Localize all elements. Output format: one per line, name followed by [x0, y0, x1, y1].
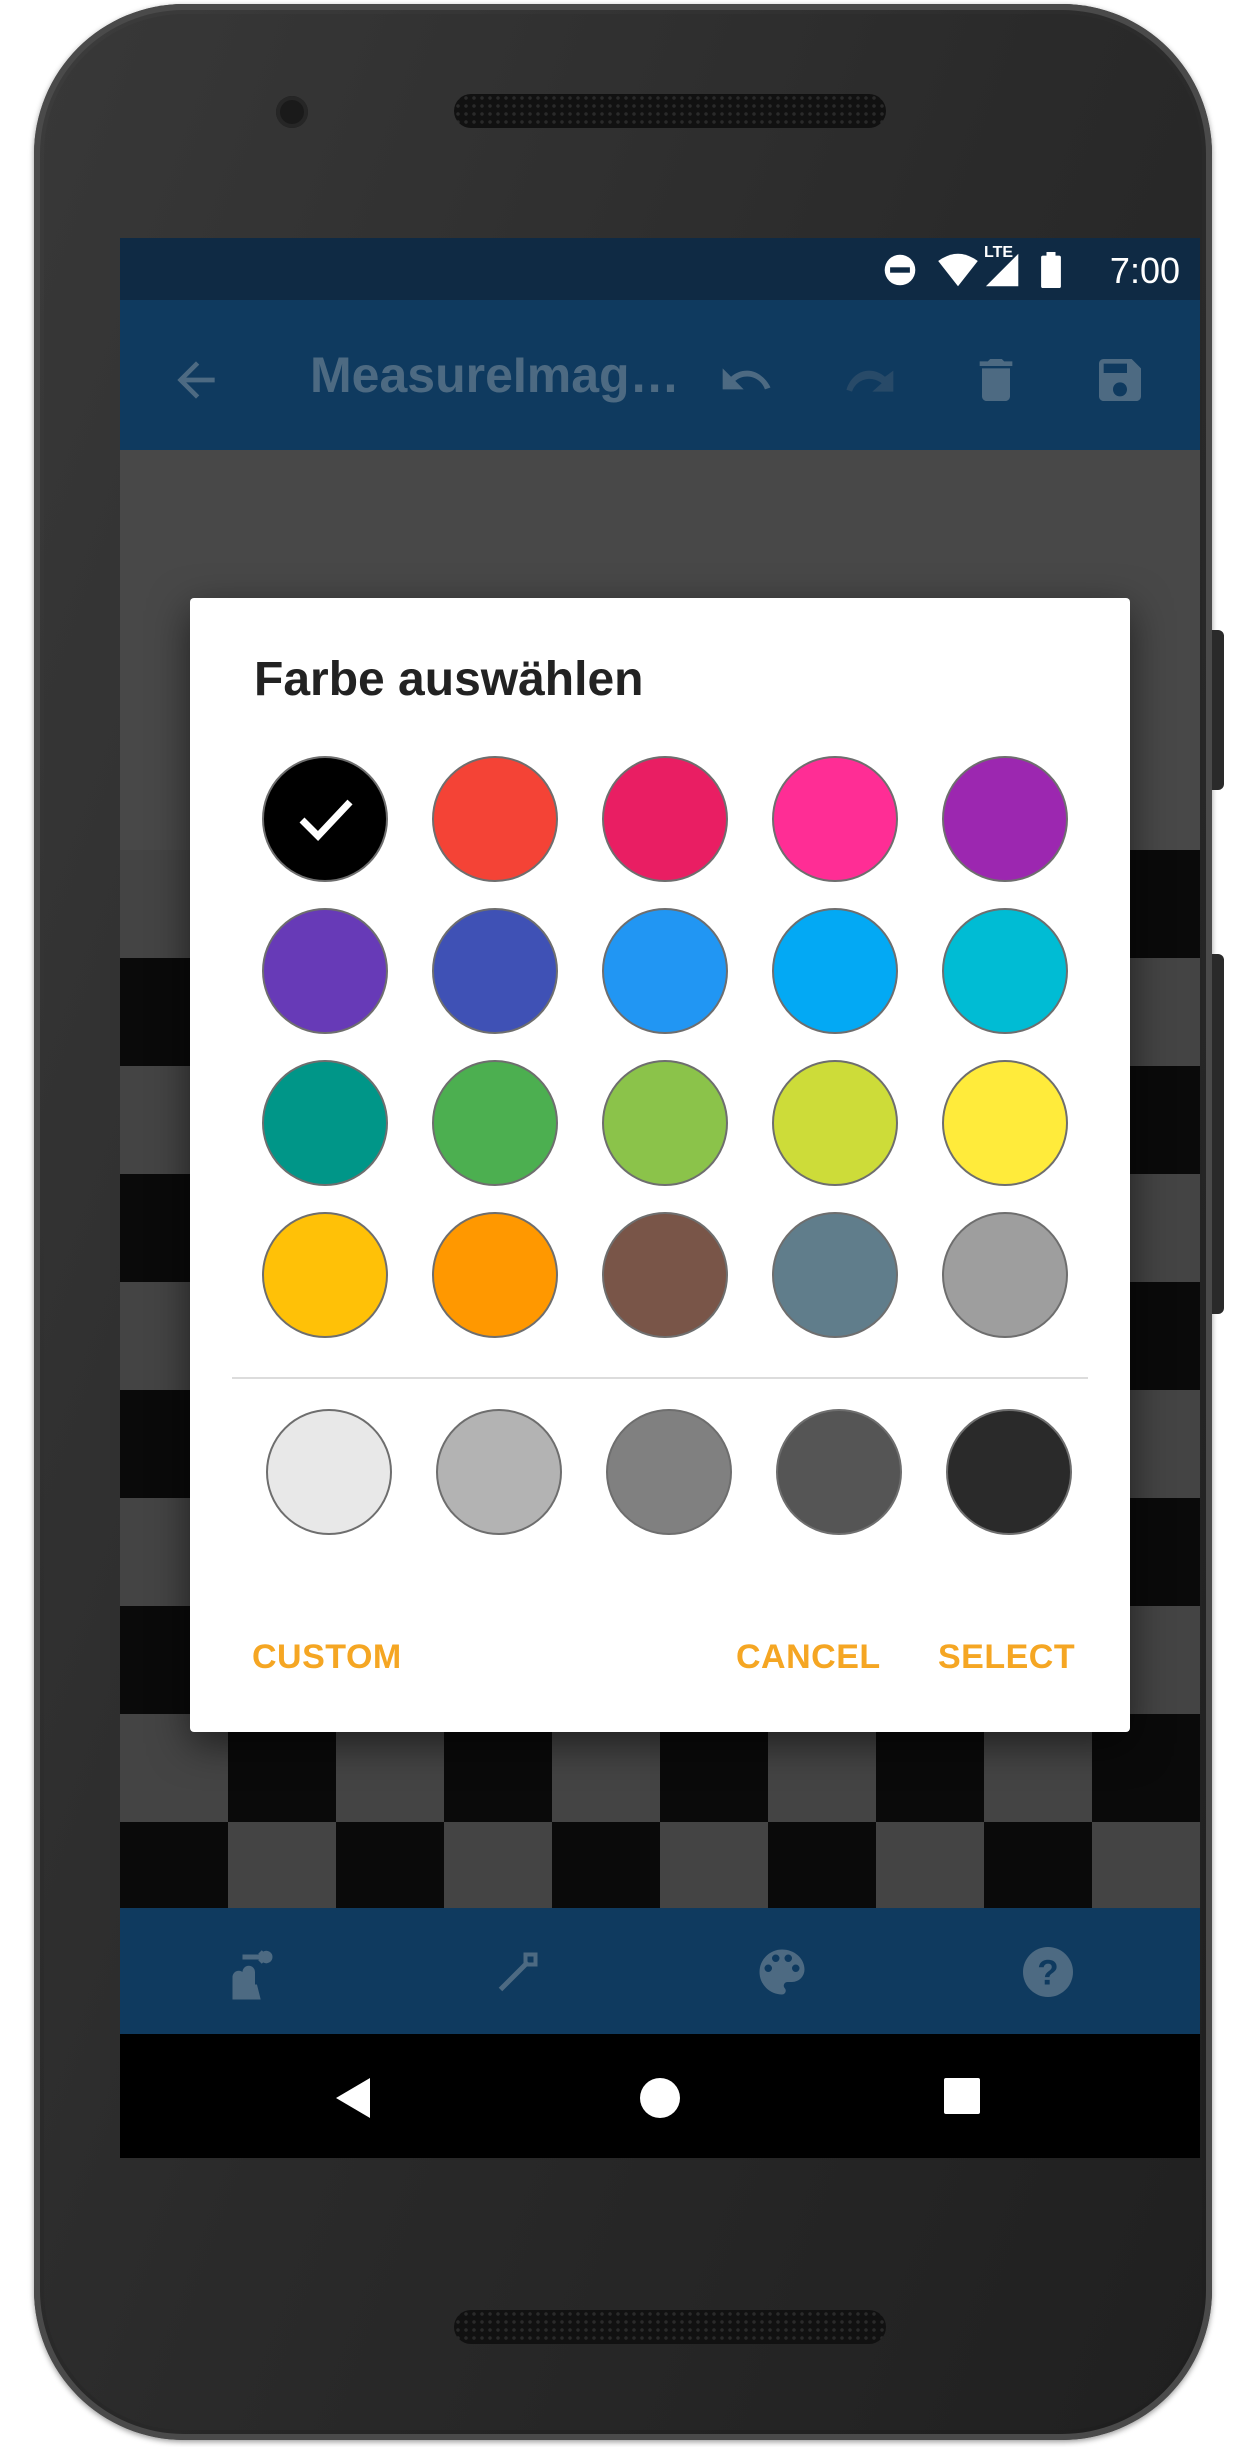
color-swatch[interactable]: [772, 1060, 898, 1186]
color-swatch[interactable]: [432, 1212, 558, 1338]
gray-swatch[interactable]: [606, 1409, 732, 1535]
app-bar: MeasureImag…: [120, 300, 1200, 450]
app-title: MeasureImag…: [310, 347, 680, 403]
back-arrow-icon[interactable]: [168, 352, 224, 408]
save-icon[interactable]: [1092, 352, 1148, 408]
dialog-title: Farbe auswählen: [254, 653, 644, 706]
wifi-icon: [938, 253, 978, 287]
front-camera: [276, 96, 308, 128]
color-swatch[interactable]: [602, 1060, 728, 1186]
select-button[interactable]: SELECT: [938, 1638, 1075, 1677]
earpiece-speaker: [454, 94, 886, 128]
status-bar: LTE 7:00: [120, 238, 1200, 300]
color-swatch[interactable]: [432, 756, 558, 882]
bottom-toolbar: ?: [120, 1908, 1200, 2034]
clock: 7:00: [1109, 250, 1180, 291]
gray-swatch[interactable]: [946, 1409, 1072, 1535]
system-navigation-bar: [120, 2034, 1200, 2158]
color-swatch[interactable]: [772, 1212, 898, 1338]
gray-swatch[interactable]: [436, 1409, 562, 1535]
back-icon[interactable]: [334, 2076, 374, 2120]
color-swatch[interactable]: [602, 1212, 728, 1338]
color-swatch[interactable]: [602, 908, 728, 1034]
do-not-disturb-icon: [884, 254, 916, 286]
home-icon[interactable]: [638, 2076, 682, 2120]
help-icon[interactable]: ?: [1018, 1942, 1078, 2002]
color-swatch[interactable]: [942, 756, 1068, 882]
svg-text:?: ?: [1037, 1954, 1058, 1993]
color-swatch[interactable]: [602, 756, 728, 882]
color-swatch[interactable]: [772, 908, 898, 1034]
color-swatch[interactable]: [942, 908, 1068, 1034]
cell-signal-icon: [985, 253, 1019, 287]
measure-gesture-icon[interactable]: [220, 1942, 280, 2002]
battery-icon: [1041, 252, 1061, 288]
color-swatch[interactable]: [432, 908, 558, 1034]
redo-icon[interactable]: [842, 352, 898, 408]
color-picker-dialog: Farbe auswählen CUSTOM CANCEL SELECT: [190, 598, 1130, 1732]
color-swatch-selected[interactable]: [262, 756, 388, 882]
color-swatch[interactable]: [262, 1212, 388, 1338]
color-swatch[interactable]: [942, 1060, 1068, 1186]
color-swatch[interactable]: [942, 1212, 1068, 1338]
color-swatch[interactable]: [262, 1060, 388, 1186]
color-swatch[interactable]: [772, 756, 898, 882]
gray-swatch[interactable]: [776, 1409, 902, 1535]
phone-frame: LTE 7:00 MeasureImag… ? Farbe auswählen …: [34, 4, 1224, 2440]
line-tool-icon[interactable]: [488, 1942, 548, 2002]
recents-icon[interactable]: [942, 2076, 982, 2116]
gray-swatch[interactable]: [266, 1409, 392, 1535]
volume-button: [1212, 954, 1224, 1314]
cancel-button[interactable]: CANCEL: [736, 1638, 881, 1677]
color-swatch[interactable]: [432, 1060, 558, 1186]
color-swatch[interactable]: [262, 908, 388, 1034]
delete-icon[interactable]: [968, 352, 1024, 408]
custom-button[interactable]: CUSTOM: [252, 1638, 402, 1677]
divider: [232, 1377, 1088, 1379]
bottom-speaker: [454, 2310, 886, 2344]
checkmark-icon: [299, 799, 353, 842]
power-button: [1212, 630, 1224, 790]
screen: LTE 7:00 MeasureImag… ? Farbe auswählen …: [120, 238, 1200, 2158]
undo-icon[interactable]: [718, 352, 774, 408]
palette-icon[interactable]: [752, 1942, 812, 2002]
